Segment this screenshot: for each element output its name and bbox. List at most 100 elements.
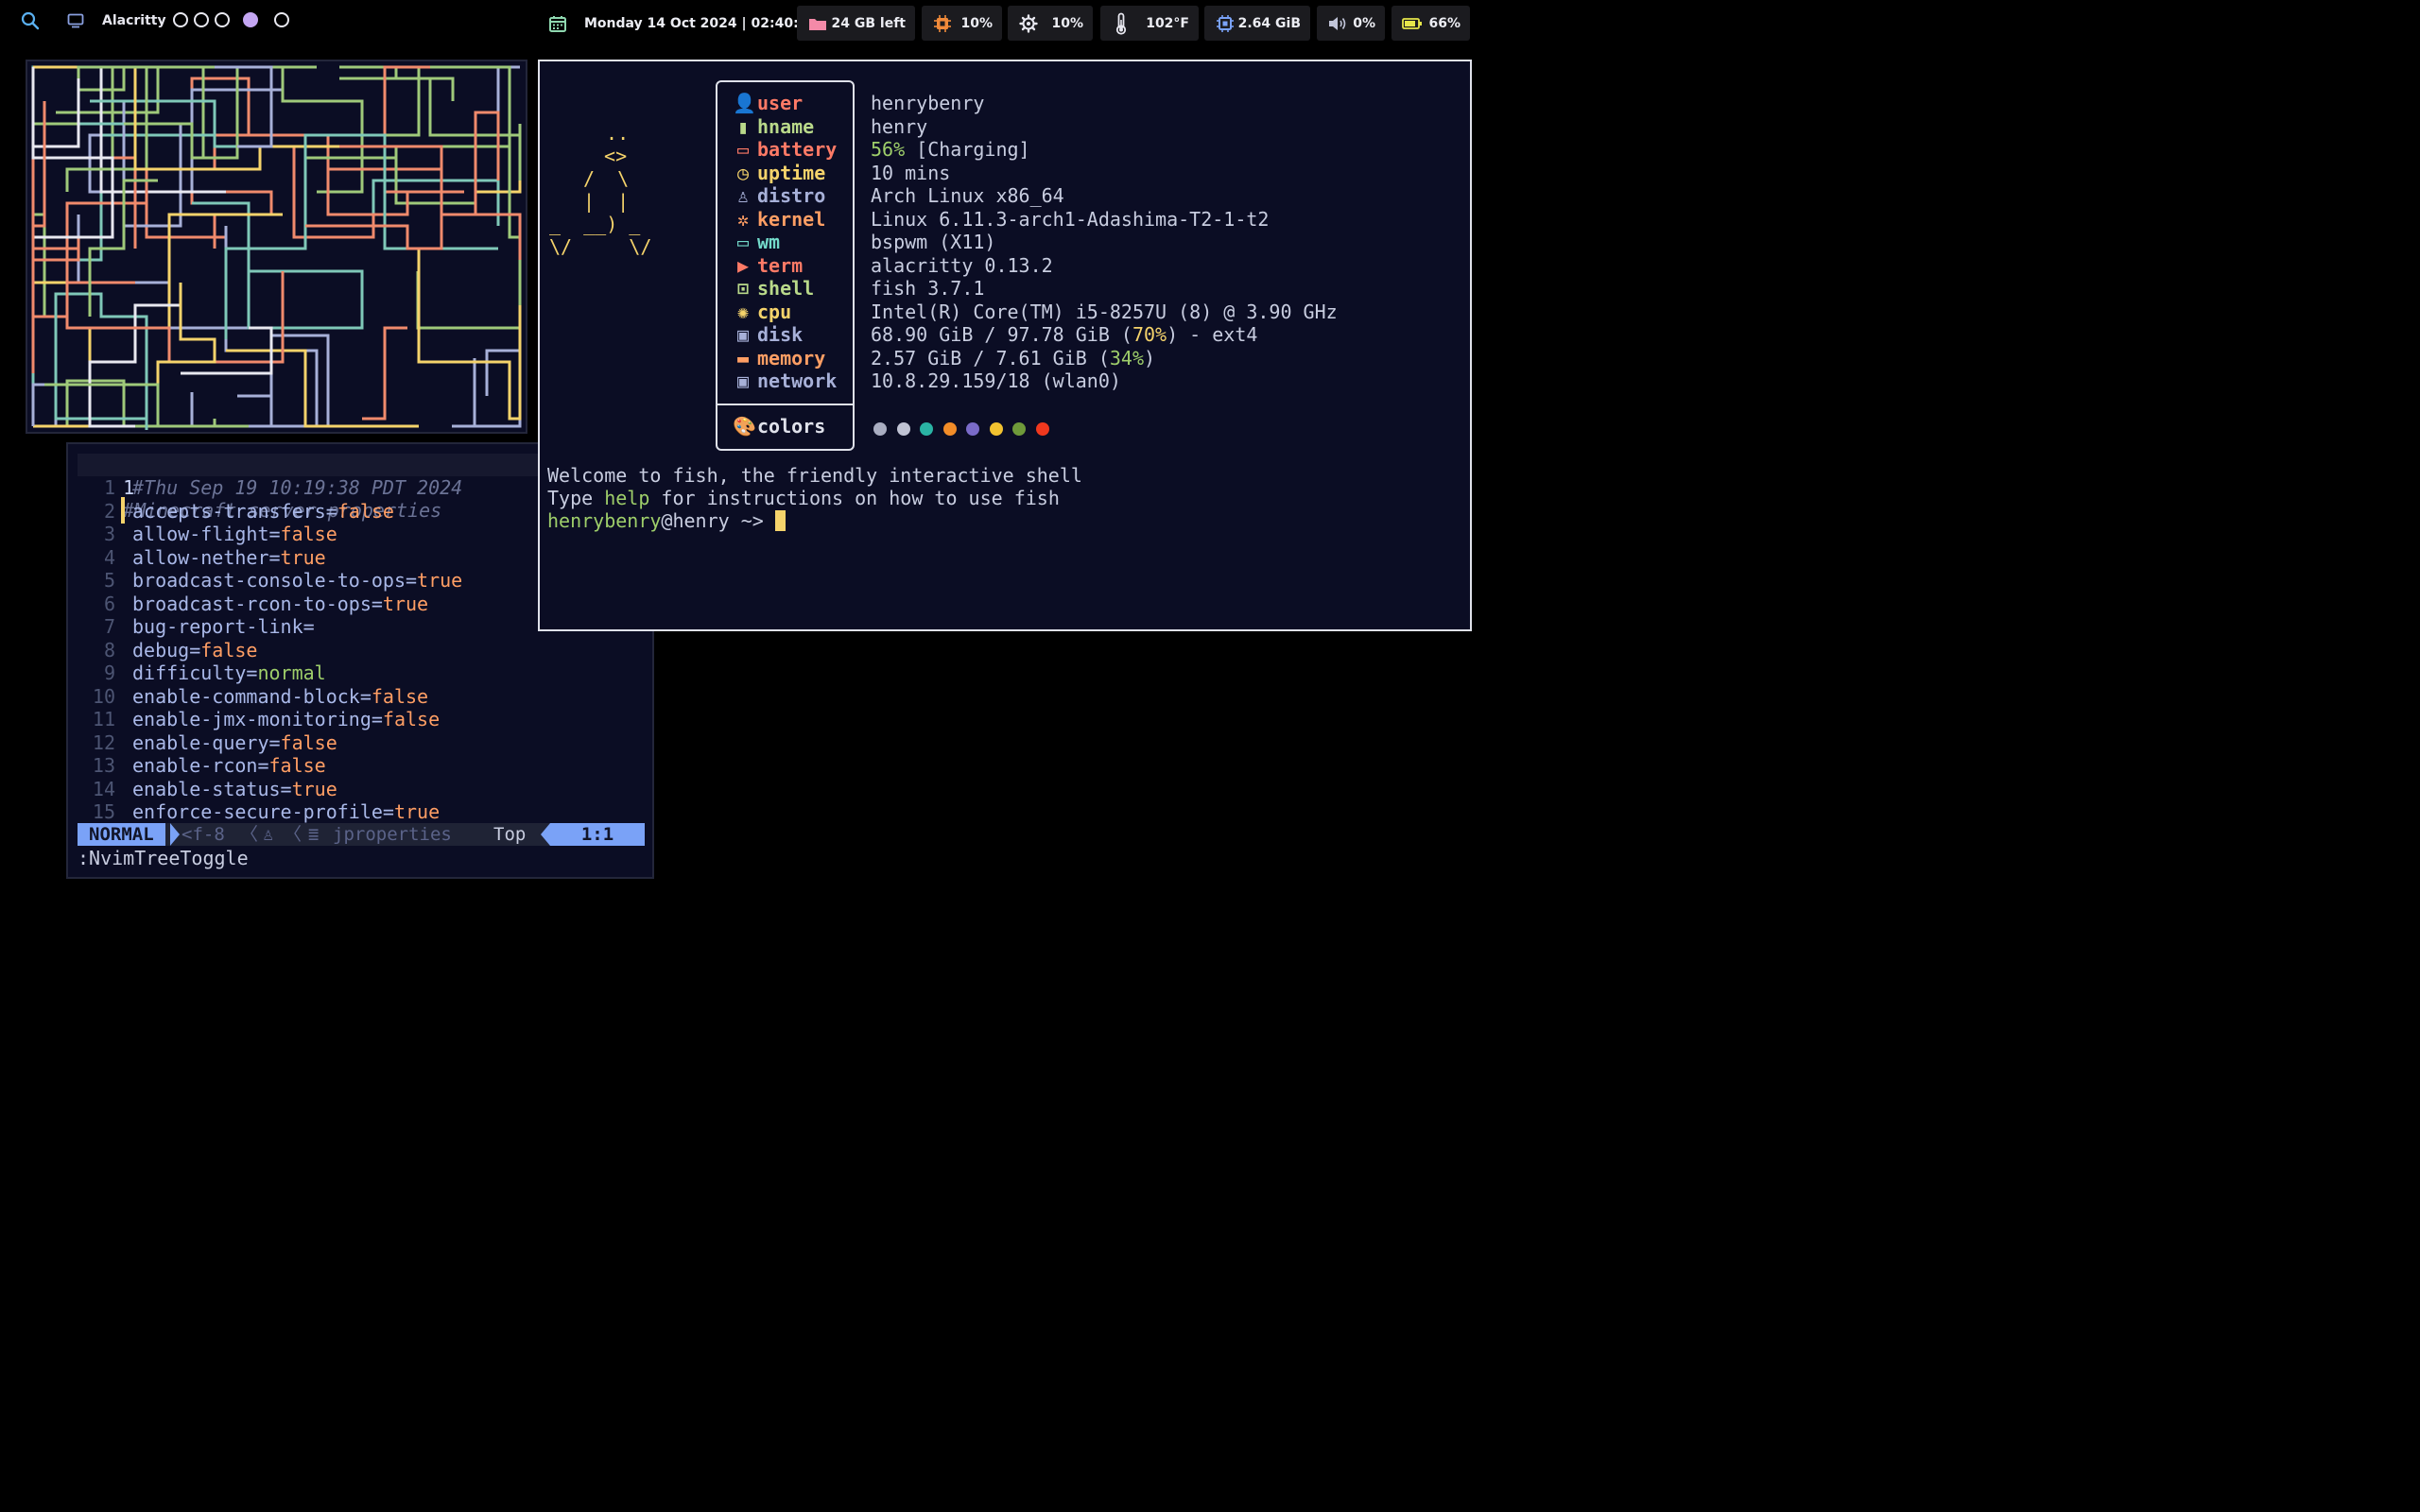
- mode-indicator: NORMAL: [78, 823, 165, 846]
- help-message: Type help for instructions on how to use…: [547, 487, 1060, 509]
- property-key: broadcast-console-to-ops=: [132, 569, 418, 592]
- line-text: enable-command-block=false: [132, 685, 428, 708]
- property-value: true: [417, 569, 463, 592]
- key-label: network: [757, 369, 838, 392]
- workspace-3[interactable]: [215, 12, 230, 27]
- pipes-animation: [31, 65, 522, 430]
- key-box-divider: [717, 404, 853, 405]
- property-key: allow-nether=: [132, 545, 281, 569]
- fish-terminal-window[interactable]: .. <> / \ | | _ __) _ \/ \/ 👤user ▮ hname ▭ batt…: [538, 60, 1472, 631]
- line-number: 14: [92, 777, 115, 800]
- fastfetch-value-uptime: 10 mins: [871, 162, 950, 184]
- key-label: memory: [757, 346, 826, 369]
- cpu-usage-text: 10%: [960, 15, 993, 31]
- value-text: Linux 6.11.3-arch1-Adashima-T2-1-t2: [871, 207, 1270, 231]
- position-separator: [541, 823, 550, 846]
- memory-icon: ▬: [736, 346, 750, 369]
- line-text: allow-flight=false: [132, 523, 337, 545]
- network-icon: ▣: [736, 369, 750, 392]
- cursor-position-text: 1:1: [550, 823, 645, 846]
- logo-line: ..: [595, 122, 630, 145]
- user-icon: 👤: [733, 92, 756, 114]
- welcome-message: Welcome to fish, the friendly interactiv…: [547, 464, 1082, 487]
- usage-percent: 34%: [1109, 346, 1144, 369]
- property-key: enable-command-block=: [132, 684, 372, 708]
- pipe-segment: [145, 190, 273, 249]
- shell-prompt[interactable]: henrybenry@henry ~>: [547, 509, 786, 532]
- statusline: NORMAL <f-8 〈 ♙ 〈 ≣ jproperties Top 1:1: [78, 823, 645, 846]
- line-number: 13: [92, 754, 115, 777]
- line-number: 15: [92, 800, 115, 823]
- pipe-segment: [362, 326, 407, 421]
- palette-color-dot: [896, 422, 910, 436]
- property-key: enable-status=: [132, 777, 292, 800]
- disk-icon: ▣: [736, 323, 750, 346]
- property-value: true: [393, 800, 441, 823]
- fastfetch-value-distro: Arch Linux x86_64: [871, 184, 1064, 207]
- property-key: allow-flight=: [132, 523, 281, 545]
- workspace-1[interactable]: [173, 12, 188, 27]
- line-text: bug-report-link=: [132, 615, 315, 638]
- scroll-position-text: Top: [493, 824, 527, 845]
- shell-icon: ⊡: [736, 277, 750, 300]
- clock-icon: ◷: [736, 161, 750, 184]
- fastfetch-key-term: ▶ term: [733, 254, 803, 277]
- monitor-icon: ▭: [736, 231, 750, 253]
- property-value: false: [200, 638, 258, 662]
- fastfetch-value-kernel: Linux 6.11.3-arch1-Adashima-T2-1-t2: [871, 208, 1269, 231]
- mode-separator: [170, 823, 180, 846]
- property-value: false: [337, 499, 394, 523]
- pipe-segment: [56, 65, 226, 194]
- workspace-5[interactable]: [274, 12, 289, 27]
- value-text: 10 mins: [871, 161, 951, 184]
- line-number: 8: [103, 638, 115, 662]
- terminal-icon: ▶: [736, 253, 750, 277]
- property-value: false: [371, 684, 429, 708]
- line-text: difficulty=normal: [132, 662, 326, 684]
- palette-color-dot: [989, 422, 1003, 436]
- line-number: 10: [92, 684, 115, 708]
- line-text: accepts-transfers=false: [132, 500, 394, 523]
- line-text: enable-jmx-monitoring=false: [132, 708, 440, 730]
- terminal-cursor: [774, 510, 786, 531]
- workspace-4-active[interactable]: [243, 12, 258, 27]
- command-line[interactable]: :NvimTreeToggle: [78, 847, 249, 869]
- cpu-widget: 10%: [922, 6, 1002, 41]
- filetype-icon: ≣: [308, 824, 320, 845]
- fastfetch-value-disk: 68.90 GiB / 97.78 GiB (70%) - ext4: [871, 323, 1257, 346]
- fastfetch-key-user: 👤user: [733, 92, 803, 114]
- fastfetch-value-network: 10.8.29.159/18 (wlan0): [871, 369, 1121, 392]
- pipe-segment: [44, 65, 148, 192]
- value-text: henry: [871, 114, 928, 138]
- fastfetch-value-user: henrybenry: [871, 92, 984, 114]
- comment-text: #Thu Sep 19 10:19:38 PDT 2024: [132, 476, 463, 499]
- memory-widget: 2.64 GiB: [1204, 6, 1310, 41]
- search-icon[interactable]: [21, 11, 40, 30]
- fastfetch-key-box: 👤user ▮ hname ▭ battery ◷ uptime ♙ distro ✲ kernel…: [716, 80, 855, 451]
- cpu-icon: ✺: [736, 300, 750, 323]
- top-bar: Alacritty Monday 14 Oct 2024 | 02:40:02 …: [0, 0, 1482, 43]
- value-text: bspwm (X11): [871, 231, 996, 253]
- pipe-segment: [54, 324, 148, 428]
- usage-percent: 70%: [1132, 323, 1167, 346]
- pipe-segment: [77, 215, 271, 330]
- separator-chevron-icon: 〈: [240, 824, 259, 845]
- pipe-segment: [31, 101, 46, 317]
- volume-widget[interactable]: 0%: [1317, 6, 1385, 41]
- pipe-segment: [31, 67, 80, 148]
- temperature-text: 102°F: [1146, 15, 1189, 31]
- line-number: 1: [103, 476, 115, 499]
- fastfetch-value-shell: fish 3.7.1: [871, 277, 984, 300]
- cpu-icon: [922, 6, 963, 41]
- pipes-screensaver-window[interactable]: [26, 60, 527, 434]
- key-label: hname: [757, 114, 815, 138]
- fastfetch-key-hname: ▮ hname: [733, 115, 814, 138]
- workspace-2[interactable]: [194, 12, 209, 27]
- value-tail: ): [1144, 346, 1156, 369]
- property-key: bug-report-link=: [132, 615, 315, 638]
- fastfetch-key-wm: ▭ wm: [733, 231, 780, 253]
- key-label: disk: [757, 323, 804, 346]
- pipe-segment: [88, 65, 285, 194]
- battery-state: [Charging]: [916, 138, 1030, 161]
- battery-widget: 66%: [1392, 6, 1470, 41]
